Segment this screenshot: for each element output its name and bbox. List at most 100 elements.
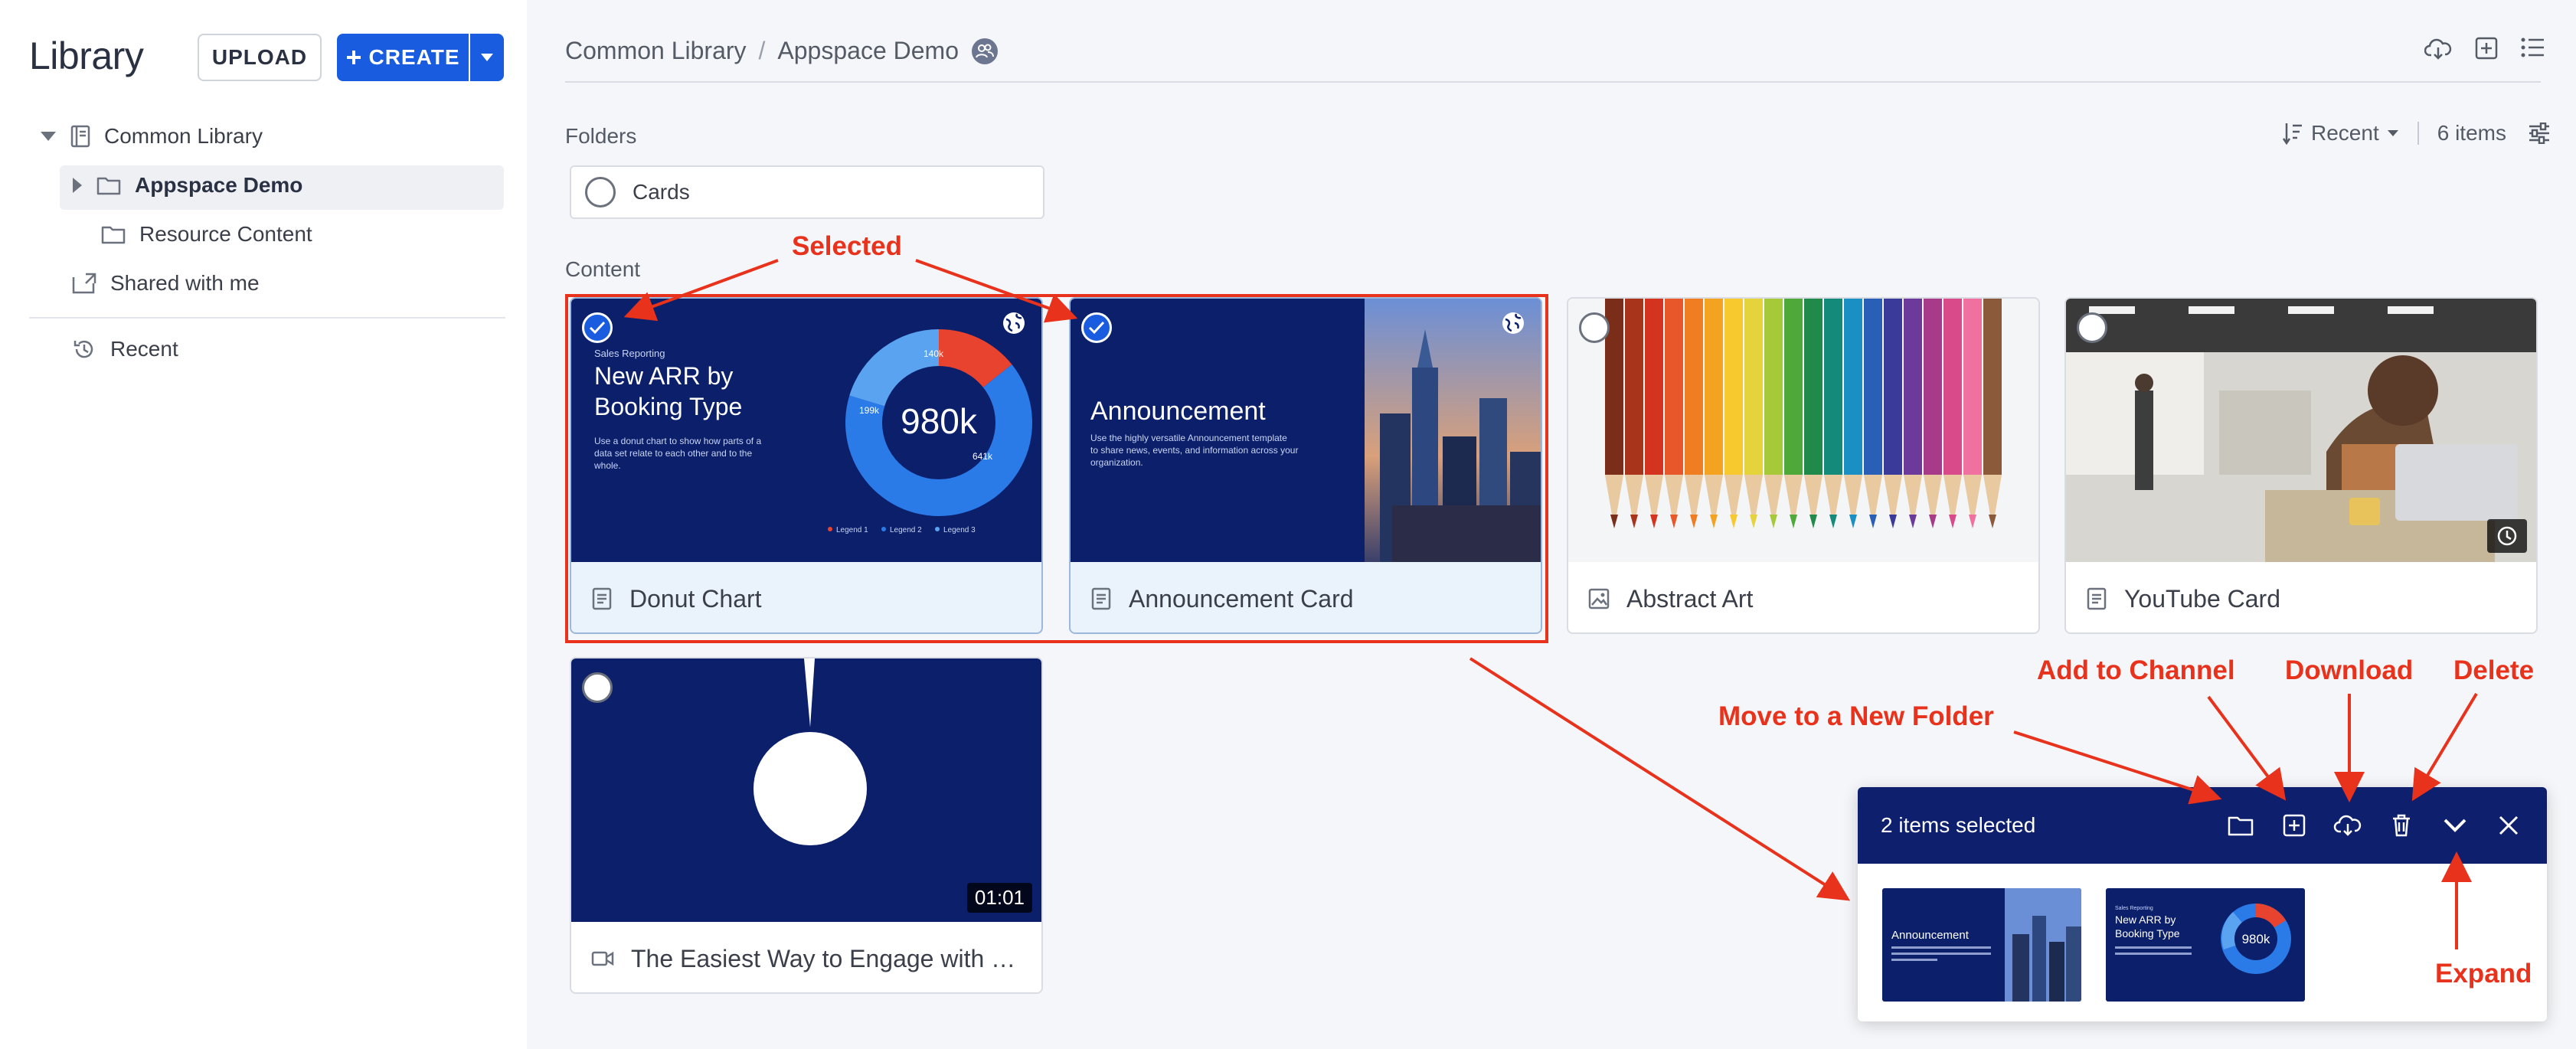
- sort-dropdown[interactable]: Recent: [2311, 121, 2379, 145]
- annotation-delete: Delete: [2453, 655, 2535, 685]
- pencil-lead: [1750, 515, 1757, 528]
- card-caption: The Easiest Way to Engage with …: [591, 931, 1015, 986]
- select-checkbox[interactable]: [2077, 312, 2107, 343]
- image-icon: [1588, 588, 1610, 609]
- list-view-icon[interactable]: [2521, 37, 2545, 61]
- annotation-download: Download: [2285, 655, 2414, 685]
- pencil: [1983, 299, 2002, 475]
- video-duration: 01:01: [966, 883, 1032, 913]
- content-card-abstract-art[interactable]: Abstract Art: [1567, 297, 2040, 634]
- book-icon: [70, 125, 90, 148]
- collapse-caret-icon[interactable]: [40, 131, 57, 142]
- download-icon[interactable]: [2331, 809, 2365, 842]
- sort-controls: Recent 6 items: [2282, 121, 2551, 145]
- sort-order-icon[interactable]: [2282, 122, 2303, 145]
- shared-folder-icon: [72, 273, 96, 294]
- select-checkbox[interactable]: [582, 672, 613, 703]
- add-to-channel-icon[interactable]: [2277, 809, 2311, 842]
- history-icon: [72, 337, 96, 361]
- card-title: YouTube Card: [2124, 584, 2280, 613]
- pencil-lead: [1610, 515, 1618, 528]
- upload-button[interactable]: UPLOAD: [198, 34, 322, 81]
- tree-item-label: Appspace Demo: [135, 173, 303, 197]
- tree-item-shared-with-me[interactable]: Shared with me: [72, 271, 260, 296]
- folders-section-label: Folders: [565, 124, 637, 148]
- video-icon: [591, 949, 614, 968]
- select-checkbox[interactable]: [1579, 312, 1610, 343]
- create-dropdown-button[interactable]: [470, 34, 504, 81]
- tree-item-label: Shared with me: [110, 271, 260, 295]
- folder-move-icon[interactable]: [2224, 809, 2257, 842]
- office-photo: [2066, 299, 2536, 562]
- pencil: [1625, 299, 1643, 475]
- folder-item-cards[interactable]: Cards: [570, 165, 1044, 219]
- sort-divider: [2417, 122, 2419, 145]
- arrow-delete: [2411, 692, 2478, 802]
- content-card-video[interactable]: 01:01 The Easiest Way to Engage with …: [570, 657, 1043, 994]
- pencil-lead: [1730, 515, 1737, 528]
- library-title: Library: [29, 34, 144, 77]
- pencil: [1685, 299, 1703, 475]
- shared-users-icon[interactable]: [971, 38, 999, 65]
- selected-thumb-announcement[interactable]: Announcement: [1882, 888, 2081, 1002]
- arrow-to-tray: [1469, 657, 1851, 901]
- content-section-label: Content: [565, 257, 641, 281]
- card-thumbnail: 01:01: [571, 658, 1041, 922]
- folder-name: Cards: [633, 180, 690, 204]
- selected-thumb-donut-chart[interactable]: 980k Sales Reporting New ARR by Booking …: [2106, 888, 2305, 1002]
- breadcrumb-item-common-library[interactable]: Common Library: [565, 37, 747, 65]
- pencil-lead: [1630, 515, 1638, 528]
- tree-item-label: Common Library: [104, 124, 263, 148]
- create-button[interactable]: CREATE: [337, 34, 469, 81]
- card-title: The Easiest Way to Engage with …: [631, 944, 1016, 972]
- pencil-lead: [1809, 515, 1817, 528]
- tree-item-resource-content[interactable]: Resource Content: [101, 222, 312, 247]
- pencil: [1764, 299, 1783, 475]
- pencil: [1724, 299, 1743, 475]
- expand-caret-icon[interactable]: [72, 177, 83, 194]
- breadcrumb: Common Library / Appspace Demo: [565, 37, 999, 65]
- pencil: [1784, 299, 1803, 475]
- content-card-youtube[interactable]: YouTube Card: [2064, 297, 2538, 634]
- pencil: [1705, 299, 1723, 475]
- pencil: [1943, 299, 1962, 475]
- mini-title: Booking Type: [2115, 927, 2180, 940]
- annotation-selected: Selected: [792, 231, 902, 261]
- pencil: [1963, 299, 1982, 475]
- filter-settings-icon[interactable]: [2528, 123, 2551, 144]
- pencil: [1665, 299, 1683, 475]
- selected-count: 2 items selected: [1881, 813, 2036, 837]
- tree-item-common-library[interactable]: Common Library: [40, 124, 263, 149]
- pencil-lead: [1690, 515, 1698, 528]
- pencil-lead: [1969, 515, 1976, 528]
- pencil: [1904, 299, 1922, 475]
- expand-icon[interactable]: [2438, 809, 2472, 842]
- tree-item-recent[interactable]: Recent: [72, 337, 178, 361]
- create-button-label: CREATE: [368, 45, 460, 69]
- card-caption: YouTube Card: [2086, 571, 2280, 626]
- pencil: [1884, 299, 1902, 475]
- mini-kicker: Sales Reporting: [2115, 906, 2153, 911]
- arrow-add-channel: [2207, 695, 2287, 801]
- pencil-lead: [1790, 515, 1797, 528]
- card-thumbnail: [2066, 299, 2536, 562]
- delete-icon[interactable]: [2385, 809, 2418, 842]
- pencil-lead: [1770, 515, 1777, 528]
- sidebar: Library UPLOAD CREATE Common Library App…: [0, 0, 527, 1049]
- cloud-download-icon[interactable]: [2424, 37, 2452, 61]
- pencil: [1924, 299, 1942, 475]
- breadcrumb-item-appspace-demo: Appspace Demo: [777, 37, 959, 64]
- annotation-move: Move to a New Folder: [1718, 701, 1994, 731]
- pencils-image: [1605, 299, 2002, 528]
- close-icon[interactable]: [2492, 809, 2525, 842]
- add-box-icon[interactable]: [2475, 37, 2498, 61]
- select-radio[interactable]: [585, 177, 616, 208]
- pencil-lead: [1889, 515, 1897, 528]
- plus-icon: [345, 49, 362, 66]
- pencil-lead: [1949, 515, 1957, 528]
- caret-down-icon[interactable]: [2387, 129, 2399, 137]
- pencil-lead: [1829, 515, 1837, 528]
- tree-item-appspace-demo[interactable]: Appspace Demo: [72, 173, 302, 198]
- pencil-lead: [1650, 515, 1658, 528]
- pencil-lead: [1909, 515, 1917, 528]
